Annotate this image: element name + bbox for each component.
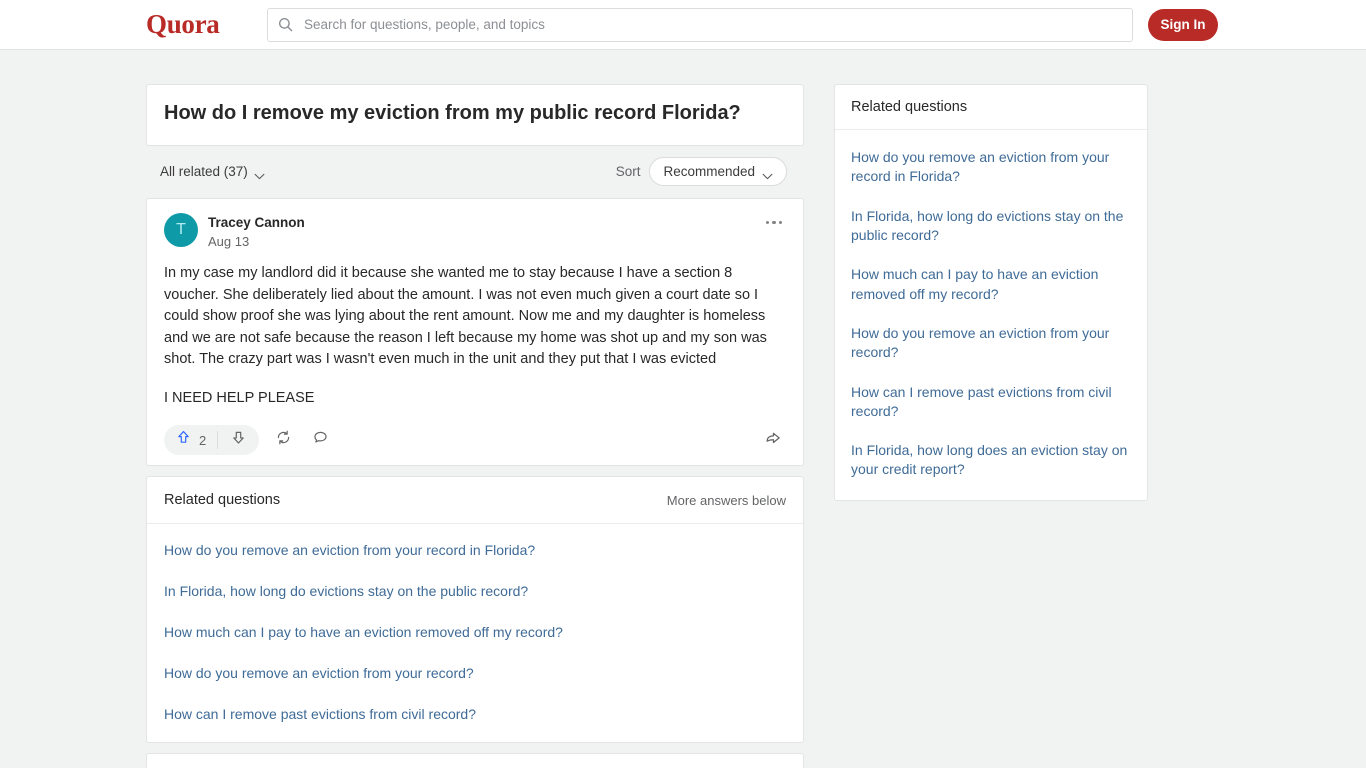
- more-answers-below-label: More answers below: [666, 492, 786, 508]
- answer-paragraph: I NEED HELP PLEASE: [164, 389, 315, 406]
- upvote-button[interactable]: 2: [164, 425, 217, 455]
- sidebar-question-link[interactable]: How do you remove an eviction from your …: [835, 314, 1147, 373]
- main-column: How do I remove my eviction from my publ…: [146, 84, 804, 768]
- quora-logo[interactable]: Quora: [146, 11, 220, 38]
- answer-author-meta: Tracey Cannon Aug 13: [208, 213, 305, 252]
- repost-icon: [275, 429, 292, 451]
- chevron-down-icon: [254, 168, 265, 180]
- sort-group: Sort Recommended: [615, 157, 787, 187]
- page-title: How do I remove my eviction from my publ…: [164, 102, 741, 124]
- search-input[interactable]: [302, 16, 1122, 33]
- answer-date: Aug 13: [208, 233, 250, 249]
- search-bar[interactable]: [267, 7, 1133, 42]
- vote-pill: 2: [164, 425, 260, 456]
- answer-body: In my case my landlord did it because sh…: [164, 263, 786, 409]
- related-questions-list: How do you remove an eviction from your …: [147, 524, 803, 742]
- answer-card: Josie Avery Brain Injury Specialist/ILST…: [146, 753, 804, 768]
- answer-action-bar: 2: [164, 423, 786, 457]
- share-button[interactable]: [760, 425, 786, 456]
- related-question-link[interactable]: In Florida, how long do evictions stay o…: [147, 571, 803, 612]
- repost-button[interactable]: [271, 425, 296, 455]
- avatar[interactable]: T: [164, 212, 198, 247]
- all-related-label: All related (37): [160, 164, 248, 180]
- question-title-card: How do I remove my eviction from my publ…: [146, 84, 804, 146]
- sidebar-question-link[interactable]: How do you remove an eviction from your …: [835, 138, 1147, 197]
- more-options-icon[interactable]: [762, 217, 787, 229]
- related-question-link[interactable]: How can I remove past evictions from civ…: [147, 694, 803, 735]
- action-buttons-left: 2: [164, 425, 333, 456]
- downvote-button[interactable]: [218, 425, 259, 455]
- sidebar-title: Related questions: [835, 85, 1147, 130]
- sidebar-question-link[interactable]: In Florida, how long do evictions stay o…: [835, 197, 1147, 256]
- related-question-link[interactable]: How much can I pay to have an eviction r…: [147, 612, 803, 653]
- sort-label: Sort: [615, 164, 641, 180]
- share-arrow-icon: [764, 429, 782, 452]
- sort-dropdown[interactable]: Recommended: [649, 157, 787, 187]
- answer-card: T Tracey Cannon Aug 13 In my case my lan…: [146, 197, 804, 467]
- author-name[interactable]: Tracey Cannon: [208, 214, 305, 232]
- sidebar-question-link[interactable]: How much can I pay to have an eviction r…: [835, 255, 1147, 314]
- related-question-link[interactable]: How do you remove an eviction from your …: [147, 530, 803, 571]
- comment-button[interactable]: [308, 425, 333, 455]
- downvote-arrow-icon: [230, 429, 247, 451]
- answer-header: T Tracey Cannon Aug 13: [164, 212, 787, 252]
- related-questions-card: Related questions More answers below How…: [146, 476, 804, 744]
- page-content: How do I remove my eviction from my publ…: [0, 50, 1366, 768]
- sidebar: Related questions How do you remove an e…: [834, 84, 1148, 768]
- related-questions-title: Related questions: [164, 492, 281, 509]
- all-related-dropdown[interactable]: All related (37): [160, 164, 265, 180]
- chevron-down-icon: [762, 168, 773, 180]
- sort-value: Recommended: [663, 164, 755, 180]
- related-question-link[interactable]: How do you remove an eviction from your …: [147, 653, 803, 694]
- upvote-count: 2: [199, 432, 207, 448]
- related-questions-header: Related questions More answers below: [147, 477, 803, 525]
- sign-in-button[interactable]: Sign In: [1148, 8, 1218, 41]
- top-navigation-bar: Quora Sign In: [0, 0, 1366, 50]
- search-icon: [278, 17, 293, 32]
- sidebar-related-questions-card: Related questions How do you remove an e…: [834, 84, 1148, 501]
- sidebar-question-link[interactable]: How can I remove past evictions from civ…: [835, 373, 1147, 432]
- sidebar-question-list: How do you remove an eviction from your …: [835, 130, 1147, 500]
- avatar-initial: T: [176, 220, 186, 238]
- upvote-arrow-icon: [175, 429, 192, 451]
- answer-paragraph: In my case my landlord did it because sh…: [164, 265, 767, 368]
- comment-bubble-icon: [312, 429, 329, 451]
- sidebar-question-link[interactable]: In Florida, how long does an eviction st…: [835, 431, 1147, 490]
- filter-sort-row: All related (37) Sort Recommended: [146, 146, 804, 198]
